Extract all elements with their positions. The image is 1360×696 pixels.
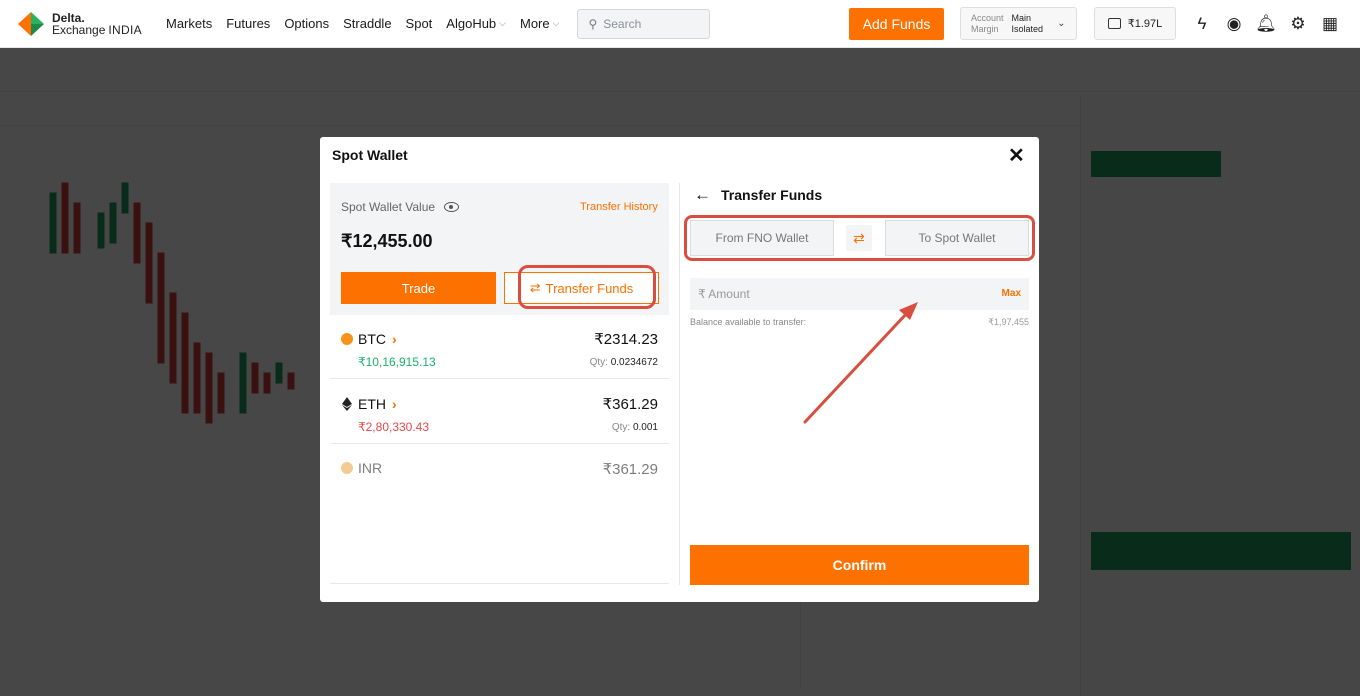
balance-label: Balance available to transfer: (690, 317, 807, 327)
nav-markets[interactable]: Markets (166, 16, 212, 31)
chevron-down-icon: ⌵ (499, 18, 506, 28)
back-arrow-icon[interactable]: ← (694, 185, 711, 205)
account-margin-selector[interactable]: Account Margin Main Isolated ⌄ (960, 7, 1077, 40)
lightning-icon[interactable]: ϟ (1190, 12, 1214, 36)
chevron-down-icon: ⌄ (1057, 18, 1066, 29)
transfer-history-link[interactable]: Transfer History (580, 201, 658, 213)
modal-title: Spot Wallet (332, 147, 408, 163)
transfer-funds-pane: ← Transfer Funds From FNO Wallet ⇄ To Sp… (680, 183, 1039, 585)
search-input[interactable]: ⚲ Search (577, 8, 711, 39)
apps-grid-icon[interactable]: ▦ (1318, 12, 1342, 36)
search-icon: ⚲ (588, 16, 598, 31)
nav-straddle[interactable]: Straddle (343, 16, 391, 31)
asset-inr-value: ₹2,80,330.43 (358, 420, 430, 434)
nav-options[interactable]: Options (284, 16, 329, 31)
nav-algohub[interactable]: AlgoHub ⌵ (446, 16, 506, 31)
bell-icon[interactable]: 🔔︎ (1254, 12, 1278, 36)
top-icons: ϟ ◉ 🔔︎ ⚙ ▦ (1190, 12, 1350, 36)
spot-wallet-value: ₹12,455.00 (341, 231, 433, 251)
wallet-left-pane: Spot Wallet Value Transfer History ₹12,4… (330, 183, 669, 585)
asset-row-eth[interactable]: ETH › ₹2,80,330.43 ₹361.29 Qty: 0.001 (330, 380, 669, 444)
nav-futures[interactable]: Futures (226, 16, 270, 31)
asset-row-inr[interactable]: INR ₹361.29 (330, 445, 669, 509)
asset-value: ₹2314.23 (594, 331, 658, 348)
wallet-balance-button[interactable]: ₹1.97L (1094, 7, 1176, 40)
balance-value: ₹1,97,455 (988, 317, 1029, 327)
top-navbar: Delta. Exchange INDIA Markets Futures Opt… (0, 0, 1360, 48)
chevron-right-icon: › (392, 331, 397, 347)
asset-inr-value: ₹10,16,915.13 (358, 355, 436, 369)
highlight-box-transfer-funds (518, 265, 656, 309)
asset-value: ₹361.29 (602, 396, 658, 413)
gear-icon[interactable]: ⚙ (1286, 12, 1310, 36)
btc-coin-icon (341, 333, 353, 345)
transfer-funds-header: ← Transfer Funds (694, 185, 823, 205)
amount-input[interactable]: ₹ Amount Max (690, 278, 1029, 310)
inr-coin-icon (341, 462, 353, 474)
asset-qty: Qty: 0.001 (611, 422, 658, 433)
nav-spot[interactable]: Spot (406, 16, 433, 31)
nav-more[interactable]: More ⌵ (520, 16, 559, 31)
max-button[interactable]: Max (1002, 288, 1021, 299)
brand-logo[interactable]: Delta. Exchange INDIA (16, 9, 156, 39)
eth-coin-icon (341, 397, 353, 411)
chevron-down-icon: ⌵ (552, 18, 560, 28)
asset-row-btc[interactable]: BTC › ₹10,16,915.13 ₹2314.23 Qty: 0.0234… (330, 315, 669, 379)
chevron-right-icon: › (392, 396, 397, 412)
brand-region: INDIA (108, 22, 142, 37)
wallet-summary: Spot Wallet Value Transfer History ₹12,4… (330, 183, 669, 315)
delta-logo-icon (16, 9, 46, 39)
confirm-button[interactable]: Confirm (690, 545, 1029, 585)
wallet-icon (1107, 18, 1121, 29)
nav-links: Markets Futures Options Straddle Spot Al… (166, 8, 711, 39)
search-placeholder: Search (603, 16, 642, 31)
asset-qty: Qty: 0.0234672 (589, 357, 658, 368)
close-icon[interactable]: ✕ (1008, 143, 1025, 168)
trade-button[interactable]: Trade (341, 272, 496, 304)
spot-wallet-modal: Spot Wallet ✕ Spot Wallet Value Transfer… (320, 137, 1039, 602)
brand-subname: Exchange (52, 22, 106, 37)
highlight-box-wallets (684, 215, 1035, 261)
eye-icon[interactable] (444, 202, 460, 212)
spot-wallet-value-label: Spot Wallet Value (341, 200, 460, 214)
add-funds-button[interactable]: Add Funds (849, 8, 944, 40)
asset-value: ₹361.29 (602, 461, 658, 478)
profile-icon[interactable]: ◉ (1222, 12, 1246, 36)
